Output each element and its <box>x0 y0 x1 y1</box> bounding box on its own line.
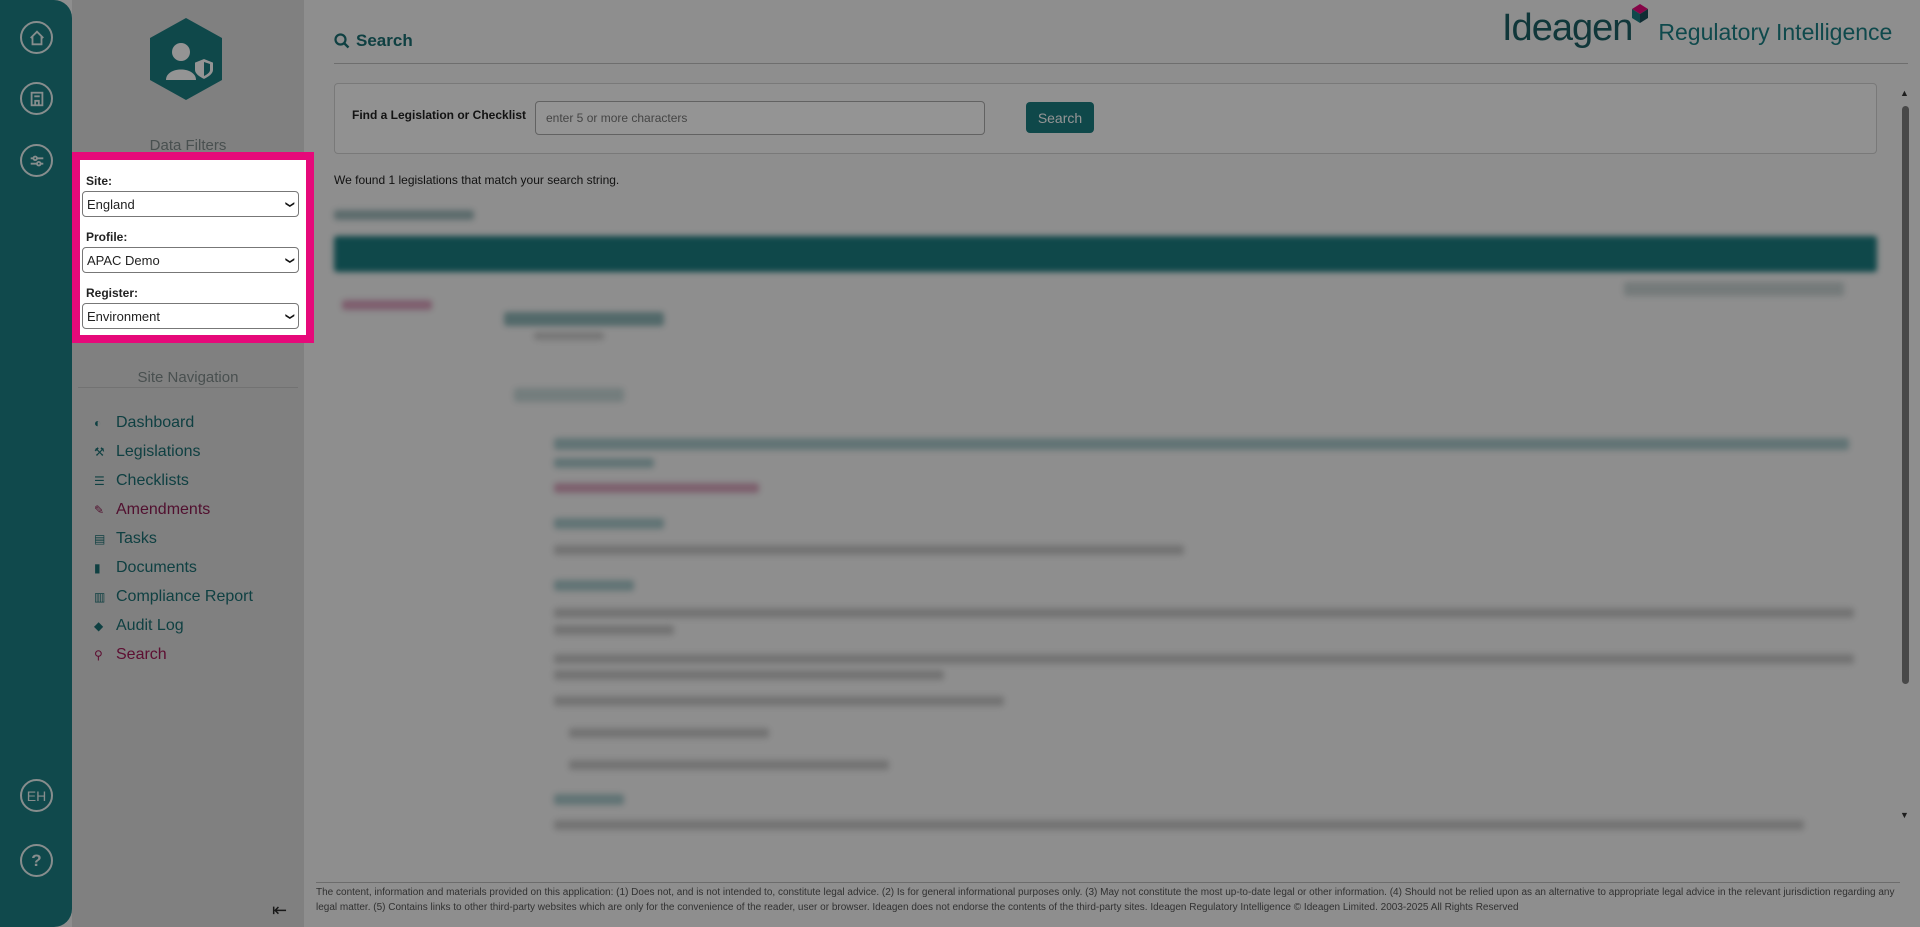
result-summary: We found 1 legislations that match your … <box>334 173 620 187</box>
brand-name: Ideagen <box>1502 7 1633 49</box>
nav-label: Checklists <box>116 471 189 489</box>
nav-documents[interactable]: ▮ Documents <box>94 553 253 582</box>
collapse-left-icon[interactable]: ⇤ <box>272 900 287 921</box>
bar-chart-icon: ▥ <box>94 589 106 604</box>
nav-label: Amendments <box>116 500 211 518</box>
highlighted-data-filters: Site: England ❯ Profile: APAC Demo ❯ Reg… <box>72 152 314 343</box>
profile-label: Profile: <box>86 230 128 244</box>
legal-disclaimer: The content, information and materials p… <box>316 882 1900 915</box>
nav-label: Compliance Report <box>116 587 253 605</box>
search-button[interactable]: Search <box>1026 102 1094 133</box>
page-title-text: Search <box>356 31 413 50</box>
brand-logo: Ideagen Regulatory Intelligence <box>1502 4 1893 50</box>
home-icon[interactable] <box>20 21 53 54</box>
scroll-thumb[interactable] <box>1902 106 1909 684</box>
register-label: Register: <box>86 286 139 300</box>
nav-amendments[interactable]: ✎ Amendments <box>94 495 253 524</box>
sidebar: Data Filters Site Navigation ◐ Dashboard … <box>72 0 304 927</box>
dashboard-icon: ◐ <box>94 415 102 430</box>
site-label: Site: <box>86 174 113 188</box>
site-select[interactable]: England ❯ <box>82 191 299 217</box>
scroll-down-icon[interactable]: ▼ <box>1900 810 1909 820</box>
tags-icon: ◆ <box>94 618 104 633</box>
divider <box>78 387 298 388</box>
site-navigation-title: Site Navigation <box>137 369 239 386</box>
search-card: Find a Legislation or Checklist Search <box>334 83 1877 154</box>
page-title: Search <box>334 31 413 51</box>
nav-checklists[interactable]: ☰ Checklists <box>94 466 253 495</box>
edit-icon: ✎ <box>94 502 105 517</box>
brand-mark-icon <box>1632 4 1649 23</box>
building-icon[interactable] <box>20 82 53 115</box>
scroll-up-icon[interactable]: ▲ <box>1900 88 1909 98</box>
document-icon: ▮ <box>94 560 101 575</box>
nav-label: Search <box>116 645 167 663</box>
chevron-down-icon: ❯ <box>285 312 296 320</box>
nav-label: Documents <box>116 558 197 576</box>
nav-label: Audit Log <box>116 616 184 634</box>
nav-label: Tasks <box>116 529 157 547</box>
register-select[interactable]: Environment ❯ <box>82 303 299 329</box>
nav-audit-log[interactable]: ◆ Audit Log <box>94 611 253 640</box>
list-icon: ☰ <box>94 473 105 488</box>
nav-search[interactable]: ⚲ Search <box>94 640 253 669</box>
search-icon: ⚲ <box>94 647 103 662</box>
nav-compliance-report[interactable]: ▥ Compliance Report <box>94 582 253 611</box>
gavel-icon: ⚒ <box>94 444 105 459</box>
search-icon <box>334 33 350 49</box>
register-select-value: Environment <box>87 308 160 324</box>
main-content: Search Ideagen Regulatory Intelligence F… <box>304 0 1920 927</box>
chevron-down-icon: ❯ <box>285 256 296 264</box>
help-button[interactable]: ? <box>20 844 53 877</box>
sliders-icon[interactable] <box>20 144 53 177</box>
nav-dashboard[interactable]: ◐ Dashboard <box>94 408 253 437</box>
profile-select-value: APAC Demo <box>87 252 160 268</box>
nav-label: Legislations <box>116 442 201 460</box>
search-results-blurred <box>334 200 1877 830</box>
app-logo <box>150 18 222 100</box>
tasks-icon: ▤ <box>94 531 106 546</box>
icon-rail: EH ? <box>0 0 72 927</box>
site-navigation: ◐ Dashboard ⚒ Legislations ☰ Checklists ✎ Am… <box>94 408 253 669</box>
nav-label: Dashboard <box>116 413 195 431</box>
profile-select[interactable]: APAC Demo ❯ <box>82 247 299 273</box>
user-avatar[interactable]: EH <box>20 779 53 812</box>
chevron-down-icon: ❯ <box>285 200 296 208</box>
site-select-value: England <box>87 196 135 212</box>
brand-product: Regulatory Intelligence <box>1658 19 1893 45</box>
divider <box>334 63 1908 64</box>
search-label: Find a Legislation or Checklist <box>352 108 527 122</box>
data-filters: Site: England ❯ Profile: APAC Demo ❯ Reg… <box>80 160 306 335</box>
nav-legislations[interactable]: ⚒ Legislations <box>94 437 253 466</box>
nav-tasks[interactable]: ▤ Tasks <box>94 524 253 553</box>
results-scrollbar[interactable]: ▲ ▼ <box>1900 88 1910 820</box>
search-input[interactable] <box>535 101 985 135</box>
